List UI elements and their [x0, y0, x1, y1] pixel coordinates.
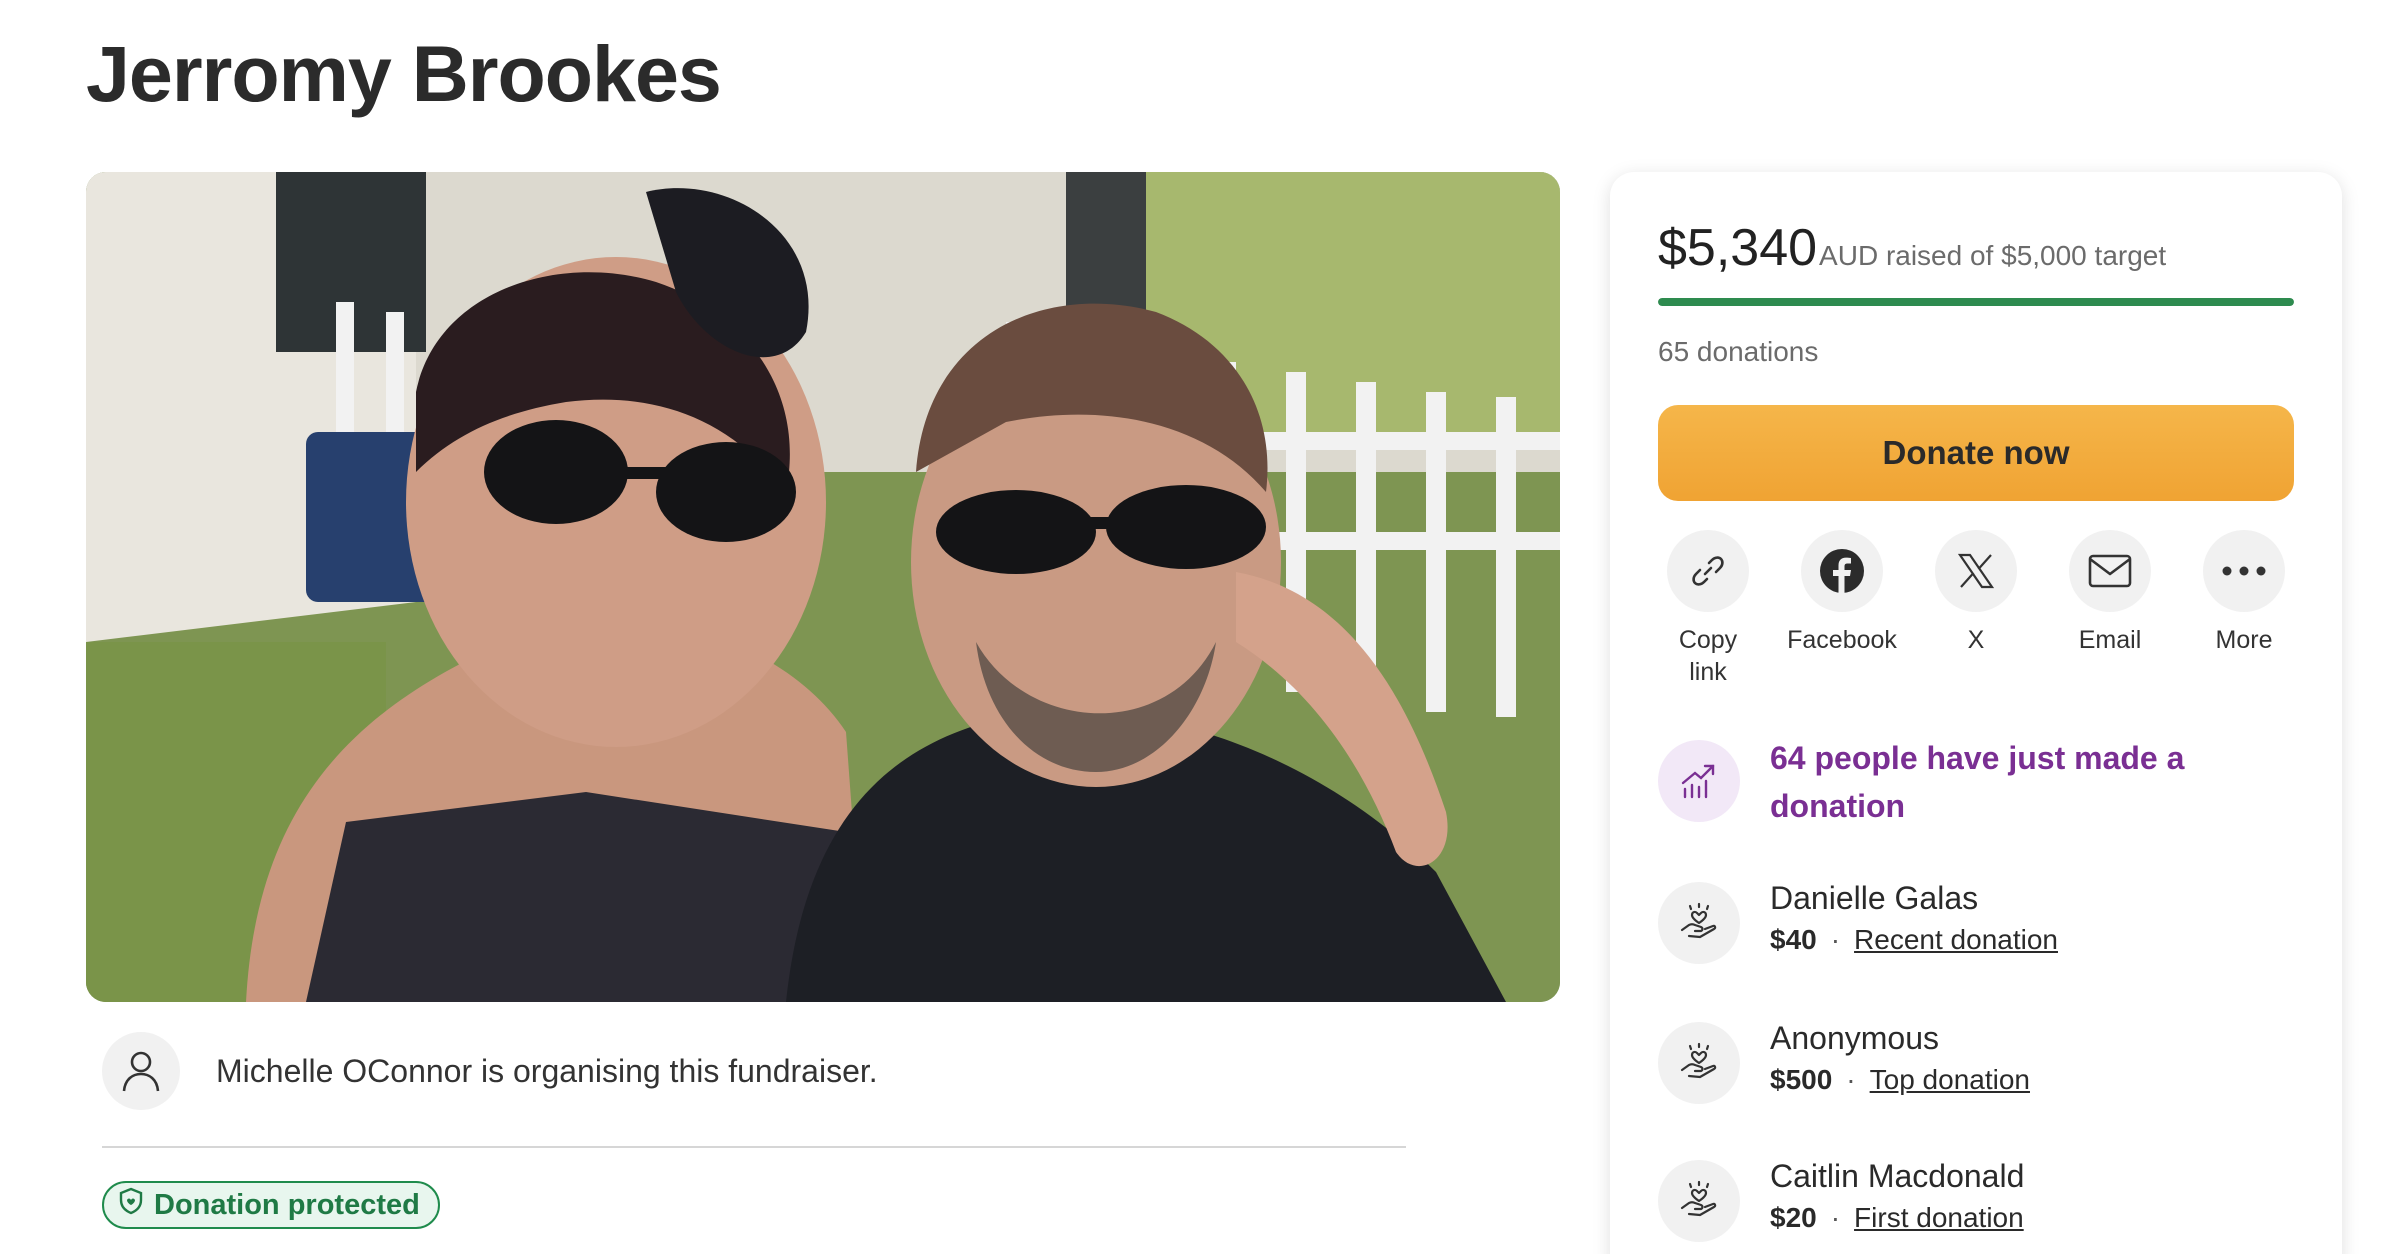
- donor-tag-link[interactable]: Recent donation: [1854, 924, 2058, 956]
- email-icon: [2069, 530, 2151, 612]
- share-label: Copy link: [1678, 626, 1738, 686]
- donor-name: Anonymous: [1770, 1020, 1939, 1056]
- share-email[interactable]: Email: [2060, 530, 2160, 688]
- share-more[interactable]: More: [2194, 530, 2294, 688]
- donation-count: 65 donations: [1658, 336, 1819, 367]
- shield-icon: [118, 1187, 144, 1223]
- progress-bar: [1658, 298, 2294, 306]
- heart-hand-icon: [1658, 1022, 1740, 1104]
- donor-name: Caitlin Macdonald: [1770, 1158, 2025, 1194]
- share-label: More: [2215, 626, 2273, 654]
- separator-dot: ·: [1830, 924, 1841, 955]
- donor-amount: $20: [1770, 1202, 1817, 1233]
- donor-tag-link[interactable]: Top donation: [1870, 1064, 2030, 1096]
- link-icon: [1667, 530, 1749, 612]
- donation-protected-badge[interactable]: Donation protected: [102, 1181, 440, 1229]
- donor-amount: $40: [1770, 924, 1817, 955]
- donor-item: Anonymous $500 · Top donation: [1658, 1018, 2030, 1104]
- page-title: Jerromy Brookes: [86, 29, 722, 118]
- share-row: Copy link Facebook X Email More: [1658, 530, 2294, 688]
- facebook-icon: [1801, 530, 1883, 612]
- share-copy-link[interactable]: Copy link: [1658, 530, 1758, 688]
- share-facebook[interactable]: Facebook: [1787, 530, 1897, 688]
- share-x[interactable]: X: [1926, 530, 2026, 688]
- recent-activity: 64 people have just made a donation: [1658, 734, 2230, 830]
- separator-dot: ·: [1846, 1064, 1856, 1095]
- donor-item: Danielle Galas $40 · Recent donation: [1658, 878, 2058, 964]
- donation-panel: $5,340 AUD raised of $5,000 target 65 do…: [1610, 172, 2342, 1254]
- heart-hand-icon: [1658, 1160, 1740, 1242]
- donor-amount: $500: [1770, 1064, 1833, 1095]
- x-icon: [1935, 530, 2017, 612]
- donor-item: Caitlin Macdonald $20 · First donation: [1658, 1156, 2024, 1242]
- donor-tag-link[interactable]: First donation: [1854, 1202, 2024, 1234]
- user-icon: [102, 1032, 180, 1110]
- share-label: Email: [2078, 626, 2142, 654]
- donate-now-button[interactable]: Donate now: [1658, 405, 2294, 501]
- trending-up-icon: [1658, 740, 1740, 822]
- raised-summary: $5,340 AUD raised of $5,000 target: [1658, 218, 2166, 278]
- raised-amount: $5,340: [1658, 219, 1818, 277]
- progress-fill: [1658, 298, 2294, 306]
- donation-protected-label: Donation protected: [154, 1188, 420, 1221]
- organiser-row: Michelle OConnor is organising this fund…: [102, 1032, 878, 1110]
- share-label: X: [1967, 626, 1985, 654]
- divider: [102, 1146, 1406, 1148]
- separator-dot: ·: [1830, 1202, 1841, 1233]
- raised-target-text: AUD raised of $5,000 target: [1819, 240, 2167, 271]
- organiser-text: Michelle OConnor is organising this fund…: [216, 1052, 878, 1089]
- share-label: Facebook: [1787, 626, 1897, 654]
- activity-text[interactable]: 64 people have just made a donation: [1770, 734, 2230, 830]
- fundraiser-hero-photo: [86, 172, 1560, 1002]
- heart-hand-icon: [1658, 882, 1740, 964]
- donor-name: Danielle Galas: [1770, 880, 1979, 916]
- more-icon: [2203, 530, 2285, 612]
